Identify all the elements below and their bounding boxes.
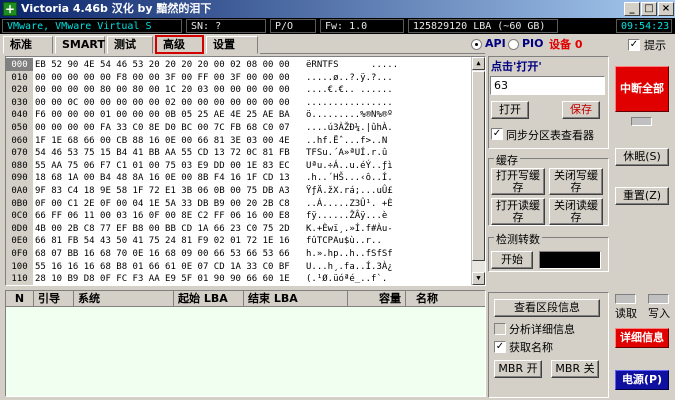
rpm-display — [539, 251, 601, 269]
app-window: + Victoria 4.46b 汉化 by 黯然的泪下 _ □ × VMwar… — [0, 0, 675, 400]
plus-icon: + — [3, 2, 17, 16]
col-boot: 引导 — [34, 291, 74, 307]
col-capacity: 容量 — [348, 291, 406, 307]
hex-scrollbar[interactable]: ▲ ▼ — [471, 57, 485, 285]
api-radio[interactable] — [471, 39, 482, 50]
device-number-label: 设备 0 — [549, 38, 583, 51]
clock: 09:54:23 — [616, 19, 672, 33]
close-button[interactable]: × — [658, 2, 674, 16]
partition-header: N 引导 系统 起始 LBA 结束 LBA 容量 名称 — [6, 291, 485, 307]
get-name-checkbox[interactable]: ✓ — [494, 341, 506, 353]
rpm-start-button[interactable]: 开始 — [491, 251, 533, 269]
view-sector-info-button[interactable]: 查看区段信息 — [494, 299, 600, 317]
pio-label: PIO — [522, 37, 544, 50]
read-indicator — [615, 294, 636, 304]
tab-smart[interactable]: SMART — [55, 36, 105, 54]
scroll-up-icon[interactable]: ▲ — [472, 57, 485, 70]
window-title: Victoria 4.46b 汉化 by 黯然的泪下 — [21, 2, 212, 15]
write-label: 写入 — [648, 307, 670, 320]
col-name: 名称 — [416, 292, 438, 305]
close-write-cache-button[interactable]: 关闭写缓存 — [549, 168, 603, 195]
abort-all-button[interactable]: 中断全部 — [615, 66, 669, 112]
partition-table[interactable]: N 引导 系统 起始 LBA 结束 LBA 容量 名称 — [5, 290, 486, 397]
col-start-lba: 起始 LBA — [174, 291, 244, 307]
serial-number: SN: ? — [186, 19, 266, 33]
tab-bar: 标准 SMART 测试 高级 设置 — [0, 34, 440, 54]
cache-title: 缓存 — [494, 152, 520, 168]
save-button[interactable]: 保存 — [562, 101, 600, 119]
pio-radio[interactable] — [508, 39, 519, 50]
details-button[interactable]: 详细信息 — [615, 328, 669, 348]
device-name: VMware, VMware Virtual S — [2, 19, 182, 33]
tab-test[interactable]: 测试 — [107, 36, 153, 54]
get-name-label: 获取名称 — [509, 341, 553, 354]
read-label: 读取 — [615, 307, 637, 320]
col-system: 系统 — [74, 291, 174, 307]
write-indicator — [648, 294, 669, 304]
analyze-detail-checkbox[interactable] — [494, 323, 506, 335]
open-write-cache-button[interactable]: 打开写缓存 — [491, 168, 545, 195]
activity-indicator — [631, 117, 652, 126]
power-button[interactable]: 电源(P) — [615, 370, 669, 390]
title-bar[interactable]: + Victoria 4.46b 汉化 by 黯然的泪下 _ □ × — [0, 0, 675, 18]
sleep-button[interactable]: 休眠(S) — [615, 148, 669, 166]
lba-input[interactable]: 63 — [490, 76, 605, 95]
hex-offset: 110 — [6, 272, 33, 285]
hex-ascii: (.¹Ø.üóªé_..f`. — [306, 274, 388, 285]
hex-viewer[interactable]: 000 EB 52 90 4E 54 46 53 20 20 20 20 00 0… — [5, 56, 486, 286]
api-label: API — [485, 37, 506, 50]
sync-partition-checkbox[interactable]: ✓ — [491, 128, 503, 140]
scroll-thumb[interactable] — [472, 71, 485, 261]
firmware-version: Fw: 1.0 — [320, 19, 404, 33]
close-read-cache-button[interactable]: 关闭读缓存 — [549, 198, 603, 225]
col-end-lba: 结束 LBA — [244, 291, 348, 307]
tab-divider — [260, 53, 485, 54]
rpm-title: 检测转数 — [494, 231, 542, 247]
pio-indicator: P/O — [270, 19, 316, 33]
sync-partition-label: 同步分区表查看器 — [506, 129, 594, 142]
open-button[interactable]: 打开 — [491, 101, 529, 119]
analyze-detail-label: 分析详细信息 — [509, 323, 575, 336]
lba-capacity: 125829120 LBA (~60 GB) — [408, 19, 558, 33]
hint-label: 提示 — [644, 39, 666, 52]
minimize-button[interactable]: _ — [624, 2, 640, 16]
click-open-label: 点击'打开' — [491, 60, 542, 73]
tab-settings[interactable]: 设置 — [206, 36, 258, 54]
reset-button[interactable]: 重置(Z) — [615, 187, 669, 205]
hex-bytes: 28 10 B9 D8 0F FC F3 AA E9 5F 01 90 90 6… — [35, 274, 290, 285]
hint-checkbox[interactable]: ✓ — [628, 39, 640, 51]
mbr-off-button[interactable]: MBR 关 — [551, 360, 599, 378]
tab-advanced[interactable]: 高级 — [155, 35, 204, 54]
tab-standard[interactable]: 标准 — [3, 36, 53, 54]
scroll-down-icon[interactable]: ▼ — [472, 272, 485, 285]
mbr-on-button[interactable]: MBR 开 — [494, 360, 542, 378]
maximize-button[interactable]: □ — [641, 2, 657, 16]
col-n: N — [6, 291, 34, 307]
open-read-cache-button[interactable]: 打开读缓存 — [491, 198, 545, 225]
status-strip: VMware, VMware Virtual S SN: ? P/O Fw: 1… — [0, 18, 675, 34]
